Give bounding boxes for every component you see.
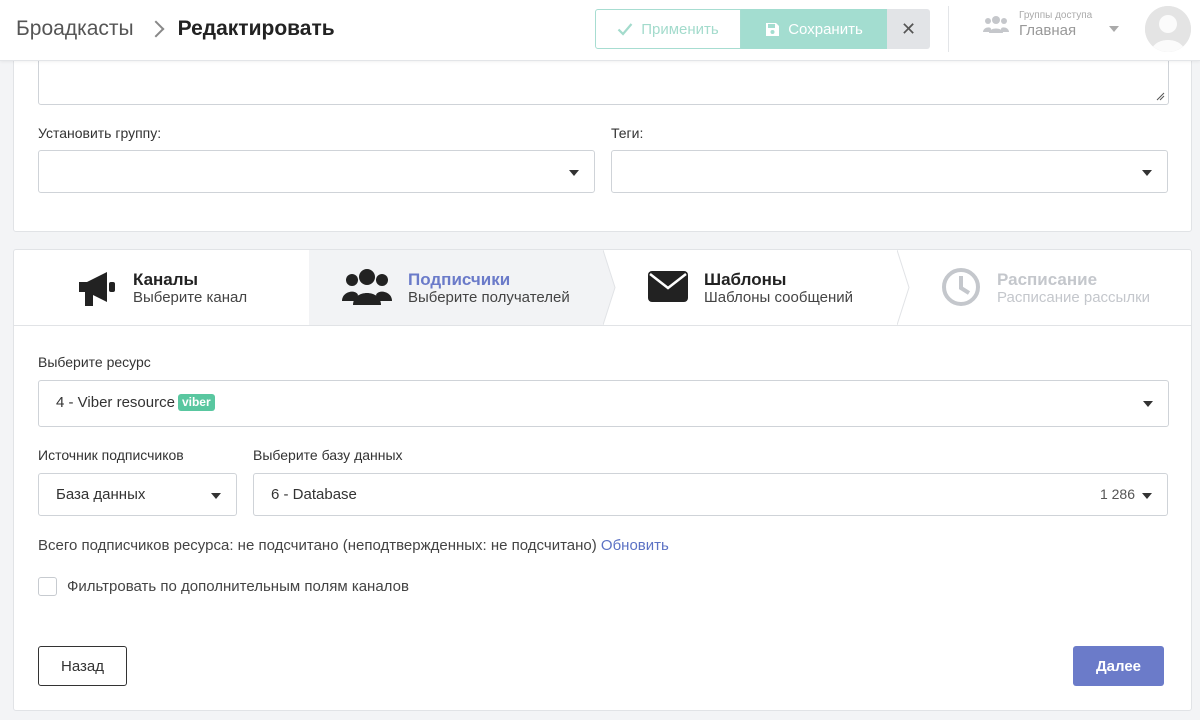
step-separator <box>897 250 910 325</box>
chevron-right-icon <box>150 19 164 39</box>
source-select-value: База данных <box>56 486 146 503</box>
envelope-icon <box>648 271 688 302</box>
close-button[interactable]: ✕ <box>887 9 930 49</box>
step-separator <box>603 250 616 325</box>
chevron-down-icon <box>1142 170 1152 176</box>
subscriber-count: 1 286 <box>1099 486 1135 502</box>
tags-select[interactable] <box>611 150 1168 193</box>
save-button[interactable]: Сохранить <box>741 9 887 49</box>
access-group-label: Группы доступа <box>1019 10 1093 21</box>
refresh-link[interactable]: Обновить <box>601 537 669 554</box>
breadcrumb-broadcasts-link[interactable]: Броадкасты <box>16 17 134 41</box>
top-header: Броадкасты Редактировать Применить Сохра… <box>0 0 1200 61</box>
tags-label: Теги: <box>611 125 644 141</box>
close-icon: ✕ <box>900 18 917 39</box>
step-templates[interactable]: Шаблоны Шаблоны сообщений <box>617 250 897 325</box>
breadcrumb: Броадкасты Редактировать <box>16 17 335 41</box>
step-subscribers-title: Подписчики <box>408 270 511 289</box>
database-select[interactable]: 6 - Database 1 286 <box>253 473 1168 516</box>
source-select[interactable]: База данных <box>38 473 237 516</box>
viber-badge: viber <box>177 394 215 411</box>
floppy-disk-icon <box>766 22 780 36</box>
page-title: Редактировать <box>177 17 335 40</box>
apply-button[interactable]: Применить <box>595 9 741 49</box>
step-templates-subtitle: Шаблоны сообщений <box>704 289 854 306</box>
resource-select-value: 4 - Viber resource viber <box>56 394 215 411</box>
users-icon <box>983 16 1009 34</box>
resource-name: 4 - Viber resource <box>56 394 175 411</box>
step-templates-title: Шаблоны <box>704 270 787 289</box>
check-icon <box>617 23 633 36</box>
step-channels-subtitle: Выберите канал <box>133 289 248 306</box>
clock-icon <box>942 268 980 306</box>
avatar[interactable] <box>1145 6 1191 52</box>
step-schedule-title: Расписание <box>997 270 1098 289</box>
step-channels[interactable]: Каналы Выберите канал <box>14 250 309 325</box>
subscribers-info: Всего подписчиков ресурса: не подсчитано… <box>38 537 669 554</box>
broadcast-wizard-card: Каналы Выберите канал Подписчики Выберит… <box>13 249 1192 711</box>
filter-checkbox-label[interactable]: Фильтровать по дополнительным полям кана… <box>67 578 409 595</box>
step-schedule: Расписание Расписание рассылки <box>911 250 1191 325</box>
broadcast-settings-card: Установить группу: Теги: <box>13 39 1192 232</box>
database-label: Выберите базу данных <box>253 447 403 463</box>
group-label: Установить группу: <box>38 125 162 141</box>
step-subscribers-subtitle: Выберите получателей <box>408 289 570 306</box>
access-group-value: Главная <box>1019 21 1077 39</box>
resource-label: Выберите ресурс <box>38 354 151 370</box>
filter-checkbox[interactable] <box>38 577 57 596</box>
chevron-down-icon <box>211 493 221 499</box>
back-button[interactable]: Назад <box>38 646 127 686</box>
header-divider <box>948 6 949 52</box>
next-button[interactable]: Далее <box>1073 646 1164 686</box>
user-avatar-icon <box>1145 6 1191 52</box>
chevron-down-icon <box>1143 401 1153 407</box>
save-button-label: Сохранить <box>788 20 863 38</box>
resize-handle-icon[interactable] <box>1156 92 1165 101</box>
apply-button-label: Применить <box>641 20 719 38</box>
users-icon <box>342 269 392 305</box>
step-subscribers[interactable]: Подписчики Выберите получателей <box>309 250 603 325</box>
step-channels-title: Каналы <box>133 270 199 289</box>
group-select[interactable] <box>38 150 595 193</box>
chevron-down-icon <box>1142 493 1152 499</box>
megaphone-icon <box>79 272 115 306</box>
resource-select[interactable]: 4 - Viber resource viber <box>38 380 1169 427</box>
step-schedule-subtitle: Расписание рассылки <box>997 289 1151 306</box>
source-label: Источник подписчиков <box>38 447 184 463</box>
database-select-value: 6 - Database <box>271 486 357 503</box>
chevron-down-icon <box>569 170 579 176</box>
subscribers-info-text: Всего подписчиков ресурса: не подсчитано… <box>38 537 597 554</box>
access-group-select[interactable]: Группы доступа Главная <box>983 10 1092 39</box>
wizard-steps: Каналы Выберите канал Подписчики Выберит… <box>14 250 1191 326</box>
chevron-down-icon[interactable] <box>1109 26 1119 32</box>
